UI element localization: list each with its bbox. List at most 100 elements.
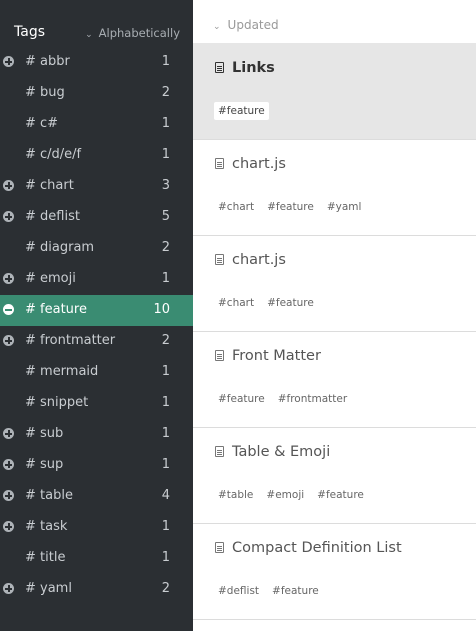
tag-name: # c# xyxy=(25,116,59,131)
sidebar-tag-item[interactable]: # mermaid 1 xyxy=(0,357,193,388)
tag-name: # table xyxy=(25,488,73,503)
sort-dropdown[interactable]: ⌄ Alphabetically xyxy=(85,26,180,40)
sidebar-tag-item[interactable]: # diagram 2 xyxy=(0,233,193,264)
sidebar-tag-item[interactable]: # snippet 1 xyxy=(0,388,193,419)
sidebar-tag-item[interactable]: # deflist 5 xyxy=(0,202,193,233)
collapse-icon[interactable] xyxy=(3,304,14,315)
document-icon xyxy=(215,62,224,73)
tag-count: 1 xyxy=(161,364,170,379)
note-tags: #feature #frontmatter xyxy=(214,387,356,408)
tag-name: # c/d/e/f xyxy=(25,147,82,162)
note-item[interactable]: chart.js #chart #feature #yaml xyxy=(193,139,476,236)
sort-label: Alphabetically xyxy=(98,26,180,40)
tag-name: # bug xyxy=(25,85,65,100)
expand-icon[interactable] xyxy=(3,211,14,222)
document-icon xyxy=(215,542,224,553)
tag-count: 5 xyxy=(161,209,170,224)
tag-chip[interactable]: #emoji xyxy=(262,486,308,504)
note-title-text: Compact Definition List xyxy=(232,540,402,556)
note-tags: #deflist #feature xyxy=(214,579,328,600)
note-tags: #chart #feature xyxy=(214,291,323,312)
sidebar-tag-item[interactable]: # title 1 xyxy=(0,543,193,574)
tag-count: 1 xyxy=(161,116,170,131)
sidebar-tag-item[interactable]: # bug 2 xyxy=(0,78,193,109)
expand-icon[interactable] xyxy=(3,490,14,501)
tag-name: # chart xyxy=(25,178,74,193)
sidebar-tag-item[interactable]: # emoji 1 xyxy=(0,264,193,295)
tag-count: 2 xyxy=(161,581,170,596)
expand-icon[interactable] xyxy=(3,56,14,67)
sidebar-tag-item[interactable]: # frontmatter 2 xyxy=(0,326,193,357)
expand-icon[interactable] xyxy=(3,583,14,594)
note-sort-label: Updated xyxy=(227,18,279,32)
tag-name: # diagram xyxy=(25,240,95,255)
sidebar-tag-item[interactable]: # yaml 2 xyxy=(0,574,193,605)
tag-count: 1 xyxy=(161,54,170,69)
tag-chip[interactable]: #chart xyxy=(214,294,258,312)
tag-chip[interactable]: #feature xyxy=(214,390,269,408)
note-title: Links xyxy=(215,60,275,76)
note-tags: #chart #feature #yaml xyxy=(214,195,370,216)
tag-count: 2 xyxy=(161,85,170,100)
tag-chip[interactable]: #frontmatter xyxy=(274,390,351,408)
tag-name: # sub xyxy=(25,426,64,441)
tag-count: 4 xyxy=(161,488,170,503)
tag-count: 3 xyxy=(161,178,170,193)
note-title: chart.js xyxy=(215,156,286,172)
note-item[interactable]: Front Matter #feature #frontmatter xyxy=(193,331,476,428)
tag-chip[interactable]: #deflist xyxy=(214,582,263,600)
sidebar-tag-item[interactable]: # table 4 xyxy=(0,481,193,512)
expand-icon[interactable] xyxy=(3,521,14,532)
tag-name: # frontmatter xyxy=(25,333,116,348)
note-title-text: chart.js xyxy=(232,252,286,268)
sidebar-tag-item[interactable]: # chart 3 xyxy=(0,171,193,202)
note-list-panel: ⌄ Updated Links #feature chart.js #chart #fea… xyxy=(193,0,476,631)
expand-icon[interactable] xyxy=(3,459,14,470)
tag-count: 1 xyxy=(161,271,170,286)
tag-chip[interactable]: #feature xyxy=(263,294,318,312)
tag-name: # snippet xyxy=(25,395,89,410)
tag-chip[interactable]: #feature xyxy=(268,582,323,600)
tag-count: 2 xyxy=(161,333,170,348)
tag-name: # task xyxy=(25,519,68,534)
tag-name: # mermaid xyxy=(25,364,99,379)
tag-chip[interactable]: #feature xyxy=(214,102,269,120)
tag-count: 1 xyxy=(161,519,170,534)
tag-chip[interactable]: #feature xyxy=(313,486,368,504)
chevron-down-icon: ⌄ xyxy=(213,22,221,32)
expand-icon[interactable] xyxy=(3,273,14,284)
note-title-text: chart.js xyxy=(232,156,286,172)
tag-chip[interactable]: #table xyxy=(214,486,257,504)
note-title: Front Matter xyxy=(215,348,321,364)
sidebar-tag-item[interactable]: # sub 1 xyxy=(0,419,193,450)
sidebar-tag-item[interactable]: # feature 10 xyxy=(0,295,193,326)
expand-icon[interactable] xyxy=(3,180,14,191)
sidebar-tag-item[interactable]: # task 1 xyxy=(0,512,193,543)
expand-icon[interactable] xyxy=(3,335,14,346)
note-item[interactable]: Links #feature xyxy=(193,43,476,140)
sidebar-tag-item[interactable]: # sup 1 xyxy=(0,450,193,481)
note-tags: #feature xyxy=(214,99,274,120)
tag-name: # feature xyxy=(25,302,87,317)
note-title-text: Front Matter xyxy=(232,348,321,364)
document-icon xyxy=(215,446,224,457)
note-title: chart.js xyxy=(215,252,286,268)
tag-count: 1 xyxy=(161,457,170,472)
document-icon xyxy=(215,254,224,265)
note-item[interactable]: Compact Definition List #deflist #feature xyxy=(193,523,476,620)
document-icon xyxy=(215,158,224,169)
sidebar-tag-item[interactable]: # abbr 1 xyxy=(0,47,193,78)
note-title-text: Table & Emoji xyxy=(232,444,331,460)
tag-count: 1 xyxy=(161,550,170,565)
sidebar-tag-item[interactable]: # c# 1 xyxy=(0,109,193,140)
tag-chip[interactable]: #yaml xyxy=(323,198,366,216)
tag-chip[interactable]: #feature xyxy=(263,198,318,216)
note-sort-dropdown[interactable]: ⌄ Updated xyxy=(213,18,279,32)
note-title-text: Links xyxy=(232,60,275,76)
sidebar-tag-item[interactable]: # c/d/e/f 1 xyxy=(0,140,193,171)
tag-chip[interactable]: #chart xyxy=(214,198,258,216)
note-item[interactable]: Table & Emoji #table #emoji #feature xyxy=(193,427,476,524)
tag-count: 10 xyxy=(153,302,170,317)
expand-icon[interactable] xyxy=(3,428,14,439)
note-item[interactable]: chart.js #chart #feature xyxy=(193,235,476,332)
